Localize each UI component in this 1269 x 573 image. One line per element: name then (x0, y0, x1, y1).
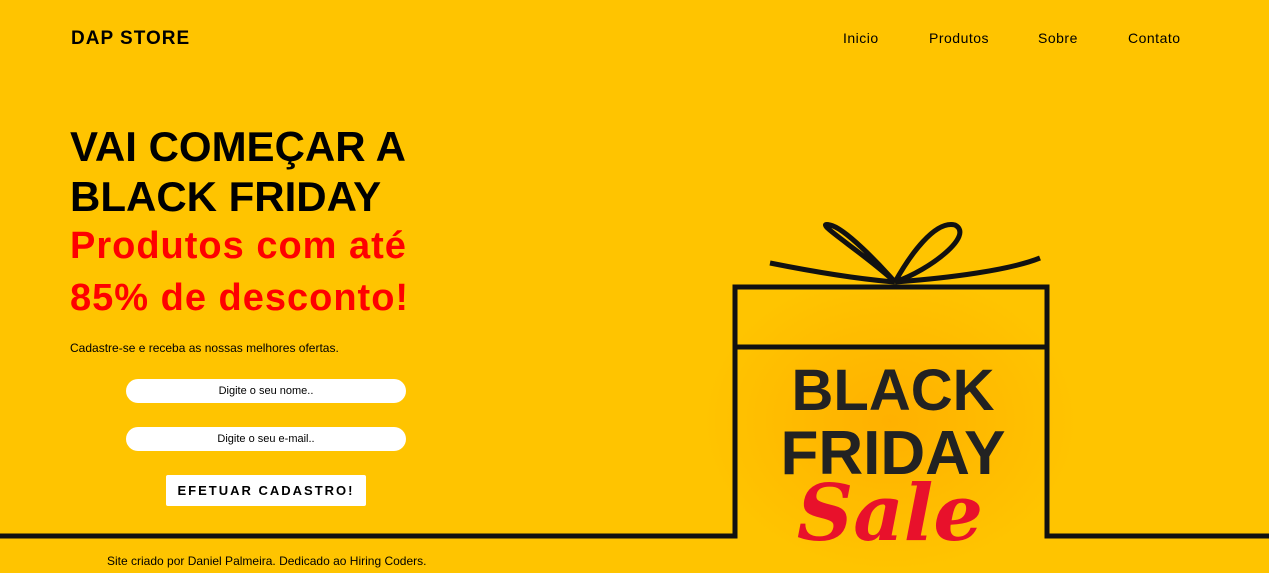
nav-link-produtos[interactable]: Produtos (929, 30, 989, 46)
nav-link-inicio[interactable]: Inicio (843, 30, 879, 46)
art-sale-text: Sale (797, 468, 983, 559)
nav-link-contato[interactable]: Contato (1128, 30, 1181, 46)
email-input[interactable] (126, 427, 406, 451)
submit-signup-button[interactable]: EFETUAR CADASTRO! (166, 475, 366, 506)
site-header: DAP STORE Inicio Produtos Sobre Contato (0, 0, 1269, 76)
hero-subheadline: Produtos com até 85% de desconto! (70, 225, 410, 319)
art-black-text: BLACK (792, 358, 995, 423)
store-logo[interactable]: DAP STORE (71, 28, 190, 50)
signup-tagline: Cadastre-se e receba as nossas melhores … (70, 341, 339, 355)
name-input[interactable] (126, 379, 406, 403)
nav-link-sobre[interactable]: Sobre (1038, 30, 1078, 46)
footer-credit: Site criado por Daniel Palmeira. Dedicad… (107, 554, 427, 568)
hero-headline: VAI COMEÇAR A BLACK FRIDAY (70, 123, 405, 220)
bow-right-loop (892, 222, 963, 285)
